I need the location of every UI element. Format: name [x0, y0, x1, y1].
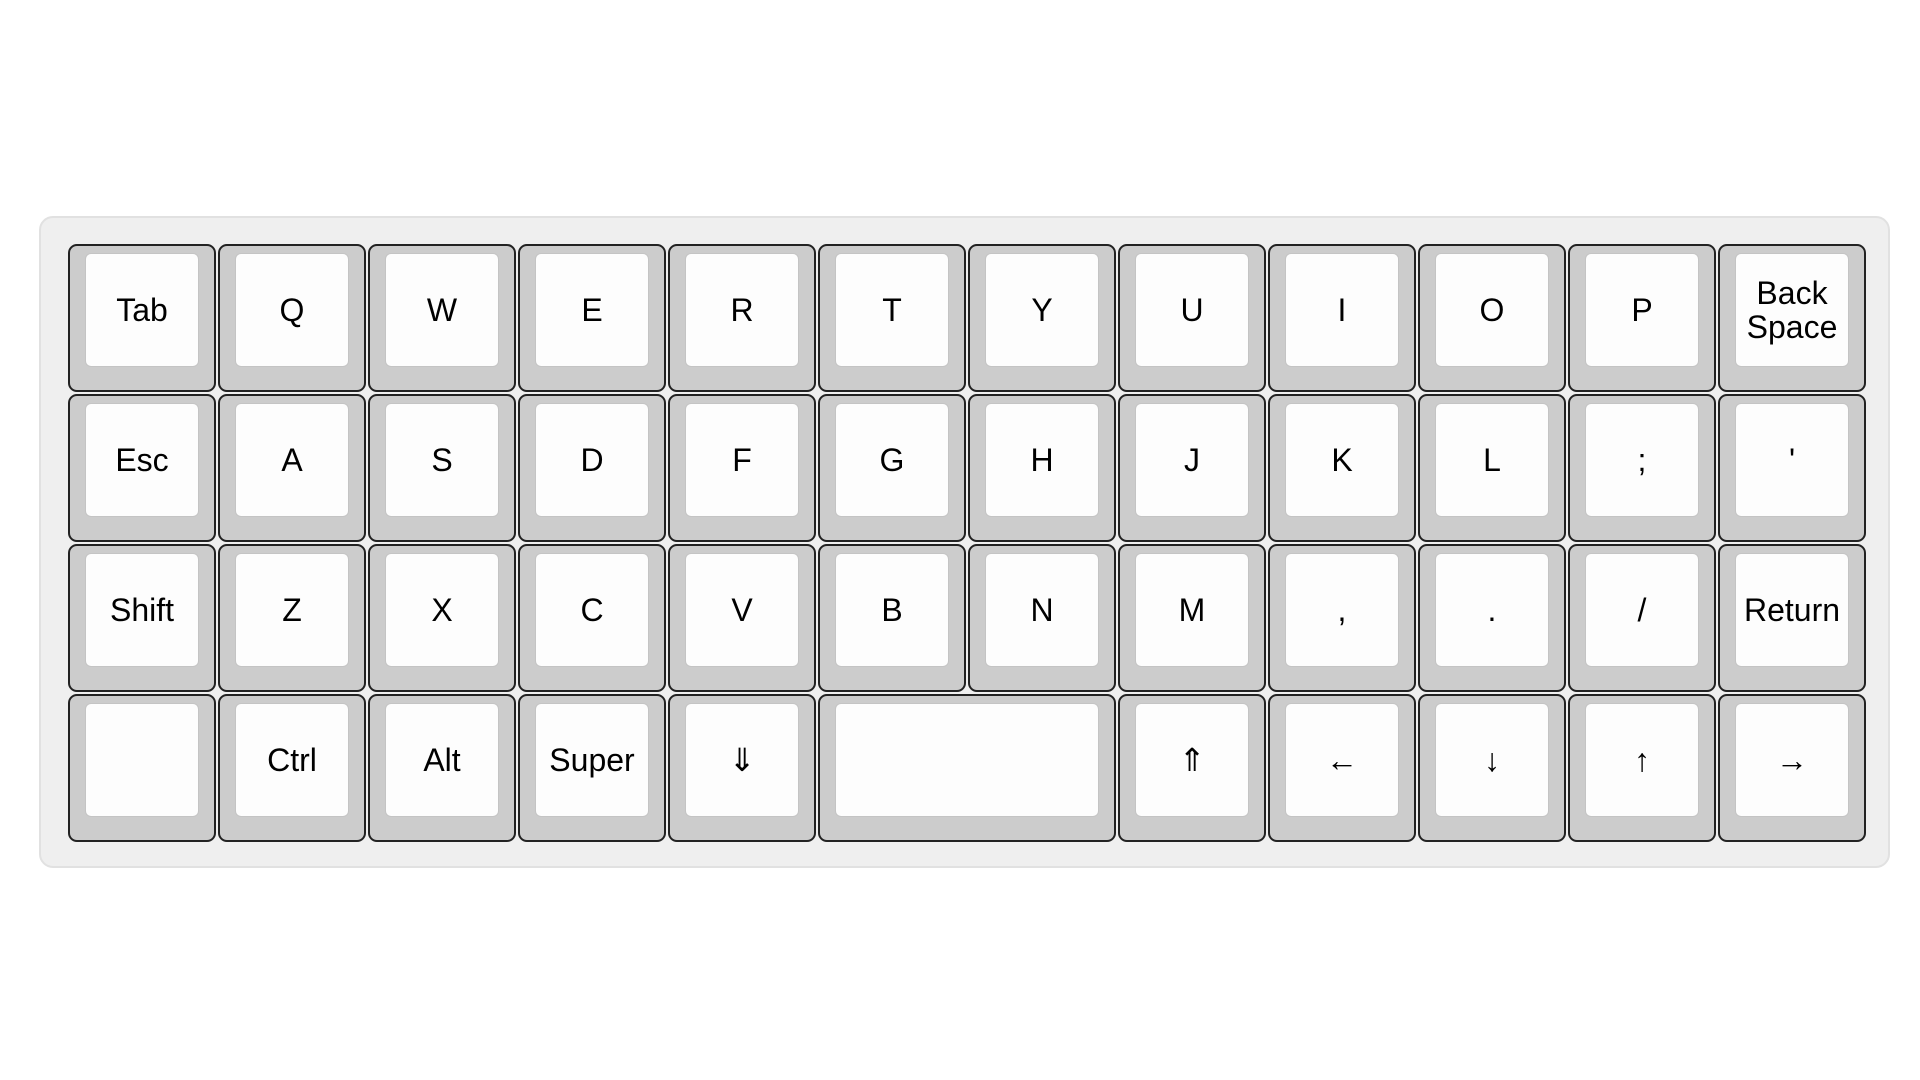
keyboard: Tab Q W E R T Y U I O P Back Space Esc A S D F G H J K L; ' Shi…: [39, 216, 1890, 868]
keycap-label: Esc: [85, 403, 199, 517]
keycap-label: X: [385, 553, 499, 667]
key-l[interactable]: L: [1418, 394, 1566, 542]
keycap-label: ': [1735, 403, 1849, 517]
keycap-label: ;: [1585, 403, 1699, 517]
keycap-label: E: [535, 253, 649, 367]
key-r[interactable]: R: [668, 244, 816, 392]
keycap-label: .: [1435, 553, 1549, 667]
keycap-label: G: [835, 403, 949, 517]
key-left[interactable]: ←: [1268, 694, 1416, 842]
keycap-label: [85, 703, 199, 817]
keycap-label: →: [1735, 703, 1849, 817]
keycap-label: ⇓: [685, 703, 799, 817]
keycap-label: Tab: [85, 253, 199, 367]
key-a[interactable]: A: [218, 394, 366, 542]
key-w[interactable]: W: [368, 244, 516, 392]
key-ctrl[interactable]: Ctrl: [218, 694, 366, 842]
key-quote[interactable]: ': [1718, 394, 1866, 542]
key-d[interactable]: D: [518, 394, 666, 542]
key-v[interactable]: V: [668, 544, 816, 692]
key-x[interactable]: X: [368, 544, 516, 692]
key-s[interactable]: S: [368, 394, 516, 542]
keycap-label: A: [235, 403, 349, 517]
key-backspace[interactable]: Back Space: [1718, 244, 1866, 392]
key-blank[interactable]: [68, 694, 216, 842]
key-down[interactable]: ↓: [1418, 694, 1566, 842]
key-g[interactable]: G: [818, 394, 966, 542]
keycap-label: B: [835, 553, 949, 667]
keycap-label: ↓: [1435, 703, 1549, 817]
keycap-label: S: [385, 403, 499, 517]
key-c[interactable]: C: [518, 544, 666, 692]
keycap-label: Q: [235, 253, 349, 367]
keycap-label: M: [1135, 553, 1249, 667]
key-slash[interactable]: /: [1568, 544, 1716, 692]
keycap-label: V: [685, 553, 799, 667]
key-z[interactable]: Z: [218, 544, 366, 692]
keycap-label: Shift: [85, 553, 199, 667]
key-u[interactable]: U: [1118, 244, 1266, 392]
key-tab[interactable]: Tab: [68, 244, 216, 392]
key-shift[interactable]: Shift: [68, 544, 216, 692]
keycap-label: Z: [235, 553, 349, 667]
keycap-label: ↑: [1585, 703, 1699, 817]
keycap-label: J: [1135, 403, 1249, 517]
key-y[interactable]: Y: [968, 244, 1116, 392]
key-space[interactable]: [818, 694, 1116, 842]
keycap-label: C: [535, 553, 649, 667]
key-p[interactable]: P: [1568, 244, 1716, 392]
keycap-label: ←: [1285, 703, 1399, 817]
keycap-label: Return: [1735, 553, 1849, 667]
key-raise[interactable]: ⇑: [1118, 694, 1266, 842]
key-e[interactable]: E: [518, 244, 666, 392]
keycap-label: ⇑: [1135, 703, 1249, 817]
key-m[interactable]: M: [1118, 544, 1266, 692]
keycap-label: [835, 703, 1099, 817]
keycap-label: H: [985, 403, 1099, 517]
keycap-label: O: [1435, 253, 1549, 367]
key-right[interactable]: →: [1718, 694, 1866, 842]
keycap-label: Alt: [385, 703, 499, 817]
key-esc[interactable]: Esc: [68, 394, 216, 542]
keycap-label: Back Space: [1735, 253, 1849, 367]
keycap-label: Y: [985, 253, 1099, 367]
keycap-label: /: [1585, 553, 1699, 667]
keycap-label: W: [385, 253, 499, 367]
key-comma[interactable]: ,: [1268, 544, 1416, 692]
keycap-label: F: [685, 403, 799, 517]
keycap-label: K: [1285, 403, 1399, 517]
key-j[interactable]: J: [1118, 394, 1266, 542]
keycap-label: T: [835, 253, 949, 367]
keycap-label: ,: [1285, 553, 1399, 667]
key-n[interactable]: N: [968, 544, 1116, 692]
key-up[interactable]: ↑: [1568, 694, 1716, 842]
key-i[interactable]: I: [1268, 244, 1416, 392]
key-alt[interactable]: Alt: [368, 694, 516, 842]
key-k[interactable]: K: [1268, 394, 1416, 542]
keycap-label: Super: [535, 703, 649, 817]
keycap-label: Ctrl: [235, 703, 349, 817]
keycap-label: U: [1135, 253, 1249, 367]
keycap-label: L: [1435, 403, 1549, 517]
key-return[interactable]: Return: [1718, 544, 1866, 692]
keycap-label: N: [985, 553, 1099, 667]
key-super[interactable]: Super: [518, 694, 666, 842]
keycap-label: P: [1585, 253, 1699, 367]
key-q[interactable]: Q: [218, 244, 366, 392]
key-o[interactable]: O: [1418, 244, 1566, 392]
key-b[interactable]: B: [818, 544, 966, 692]
keycap-label: R: [685, 253, 799, 367]
keycap-label: I: [1285, 253, 1399, 367]
key-lower[interactable]: ⇓: [668, 694, 816, 842]
key-semicolon[interactable]: ;: [1568, 394, 1716, 542]
key-t[interactable]: T: [818, 244, 966, 392]
key-period[interactable]: .: [1418, 544, 1566, 692]
key-f[interactable]: F: [668, 394, 816, 542]
keycap-label: D: [535, 403, 649, 517]
key-h[interactable]: H: [968, 394, 1116, 542]
